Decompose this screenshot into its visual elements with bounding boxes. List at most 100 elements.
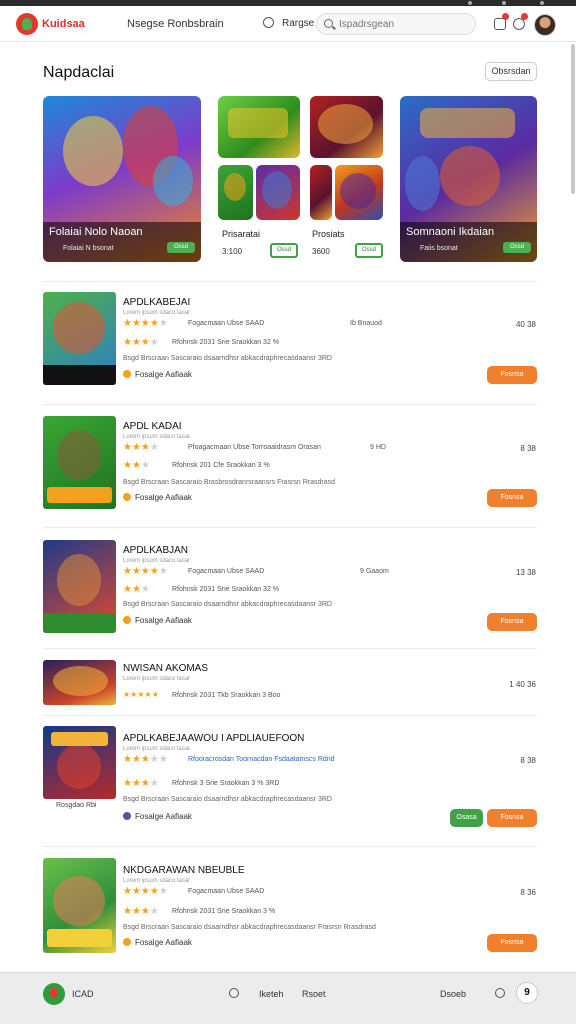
divider (43, 281, 537, 282)
app-description: Bsgd Brscraan Sascaraio dsaarndhsr abkac… (123, 796, 332, 803)
app-size: 13 38 (515, 568, 536, 577)
app-header: Kuidsaa Nsegse Ronbsbrain Rargse (0, 6, 576, 42)
featured-tile[interactable] (310, 96, 383, 158)
app-meta-right: 9 Gaaom (360, 568, 389, 575)
game-art (57, 430, 101, 480)
scrollbar[interactable] (571, 44, 575, 194)
rating-stars-secondary: ★★★ (123, 584, 150, 595)
app-title[interactable]: NKDGARAWAN NBEUBLE (123, 865, 245, 876)
app-meta: Rfohnsk 2031 Srie Sraokkan 32 % (172, 586, 280, 593)
developer[interactable]: Fosalge Aafiaak (123, 493, 192, 502)
brand-name[interactable]: Kuidsaa (42, 18, 85, 30)
app-meta[interactable]: Rfooracrosdan Toornacdan Fsdaatamscs Rdn… (188, 756, 335, 763)
search-bar[interactable] (316, 13, 476, 35)
featured-hero-left[interactable]: Folaiai Nolo Naoan Folaiai N bsonat Ossd (43, 96, 201, 262)
app-meta: Fogacmaan Ubse SAAD (188, 568, 265, 575)
install-button[interactable]: Fosnsa (487, 489, 537, 507)
footer-counter[interactable]: 9 (516, 982, 538, 1004)
developer-name: Fosalge Aafiaak (135, 938, 192, 947)
logo-icon[interactable] (16, 13, 38, 35)
developer-icon (123, 616, 131, 624)
game-art (53, 302, 105, 354)
divider (43, 527, 537, 528)
explore-icon[interactable] (263, 17, 274, 28)
app-subtitle: Lorem ipsum sdaco lasar (123, 746, 191, 752)
install-button[interactable]: Fosnsa (487, 934, 537, 952)
app-title[interactable]: NWISAN AKOMAS (123, 663, 208, 674)
app-title[interactable]: APDLKABEJAI (123, 297, 190, 308)
avatar[interactable] (534, 14, 556, 36)
app-thumbnail[interactable] (43, 660, 116, 705)
app-title[interactable]: APDL KADAI (123, 421, 182, 432)
footer-link[interactable]: Iketeh (259, 989, 284, 999)
developer[interactable]: Fosalge Aafiaak (123, 616, 192, 625)
featured-hero-right[interactable]: Somnaoni Ikdaian Faiis bsonat Ossd (400, 96, 537, 262)
nav-title[interactable]: Nsegse Ronbsbrain (127, 18, 224, 30)
developer-icon (123, 493, 131, 501)
tile-title: Prisaratai (222, 229, 261, 239)
rating-stars: ★★★★★ (123, 566, 168, 577)
nav-link[interactable]: Rargse (282, 18, 314, 29)
app-meta: Fogacmaan Ubse SAAD (188, 320, 265, 327)
app-size: 8 38 (520, 444, 536, 453)
featured-tile-small[interactable] (310, 165, 332, 220)
rating-stars: ★★★★★ (123, 690, 159, 699)
secondary-button[interactable]: Osasa (450, 809, 483, 827)
app-size: 8 38 (520, 756, 536, 765)
app-description: Bsgd Brscraan Sascaraio dsaarndhsr abkac… (123, 601, 332, 608)
app-thumbnail[interactable] (43, 540, 116, 633)
app-title[interactable]: APDLKABJAN (123, 545, 188, 556)
app-thumbnail[interactable] (43, 858, 116, 953)
tile-price: 3:100 (222, 247, 243, 256)
featured-title: Folaiai Nolo Naoan (49, 226, 143, 238)
footer-link[interactable]: Dsoeb (440, 989, 466, 999)
window-dot (468, 1, 472, 5)
app-subtitle: Lorem ipsum sdaco lasar (123, 310, 191, 316)
app-title[interactable]: APDLKABEJAAWOU I APDLIAUEFOON (123, 733, 304, 744)
developer[interactable]: Fosalge Aafiaak (123, 938, 192, 947)
tile-get-button[interactable]: Ossd (270, 243, 298, 258)
developer[interactable]: Fosalge Aafiaak (123, 370, 192, 379)
featured-get-button[interactable]: Ossd (503, 242, 531, 253)
app-subtitle: Lorem ipsum sdaco lasar (123, 878, 191, 884)
featured-subtitle: Folaiai N bsonat (63, 245, 114, 252)
footer-link[interactable]: Rsoet (302, 989, 326, 999)
game-art (53, 666, 108, 696)
window-dot (540, 1, 544, 5)
featured-tile-small[interactable] (256, 165, 300, 220)
developer[interactable]: Fosalge Aafiaak (123, 812, 192, 821)
app-meta: Rfohnsk 2031 Srie Sraokkan 32 % (172, 339, 280, 346)
app-thumbnail[interactable] (43, 416, 116, 509)
game-art (57, 554, 101, 606)
app-thumbnail[interactable] (43, 292, 116, 385)
app-meta: Rfohnsk 201 Cfe Sraokkan 3 % (172, 462, 270, 469)
developer-name: Fosalge Aafiaak (135, 812, 192, 821)
rating-stars-secondary: ★★★★ (123, 337, 159, 348)
install-button[interactable]: Fosnsa (487, 366, 537, 384)
featured-tile-small[interactable] (335, 165, 383, 220)
game-art (57, 744, 101, 789)
developer-icon (123, 370, 131, 378)
app-size: 8 36 (520, 888, 536, 897)
featured-get-button[interactable]: Ossd (167, 242, 195, 253)
tile-get-button[interactable]: Ossd (355, 243, 383, 258)
install-button[interactable]: Fosnsa (487, 613, 537, 631)
search-input[interactable] (339, 14, 469, 34)
developer-name: Fosalge Aafiaak (135, 616, 192, 625)
developer-name: Fosalge Aafiaak (135, 370, 192, 379)
footer-logo-icon[interactable] (43, 983, 65, 1005)
developer-icon (123, 812, 131, 820)
app-meta-right: Ib Bnauod (350, 320, 382, 327)
rating-stars-secondary: ★★★★ (123, 906, 159, 917)
info-icon[interactable] (495, 988, 505, 998)
filter-button[interactable]: Obsrsdan (485, 62, 537, 81)
app-meta: Rfohnsk 3 Srie Sraokkan 3 % 3RD (172, 780, 280, 787)
featured-tile-small[interactable] (218, 165, 253, 220)
install-button[interactable]: Fosnsa (487, 809, 537, 827)
search-icon[interactable] (229, 988, 239, 998)
app-size: 40 38 (515, 320, 536, 329)
thumb-label: Rosgdao Rbi (56, 802, 97, 809)
app-thumbnail[interactable] (43, 726, 116, 799)
rating-stars-secondary: ★★★ (123, 460, 150, 471)
featured-tile[interactable] (218, 96, 300, 158)
